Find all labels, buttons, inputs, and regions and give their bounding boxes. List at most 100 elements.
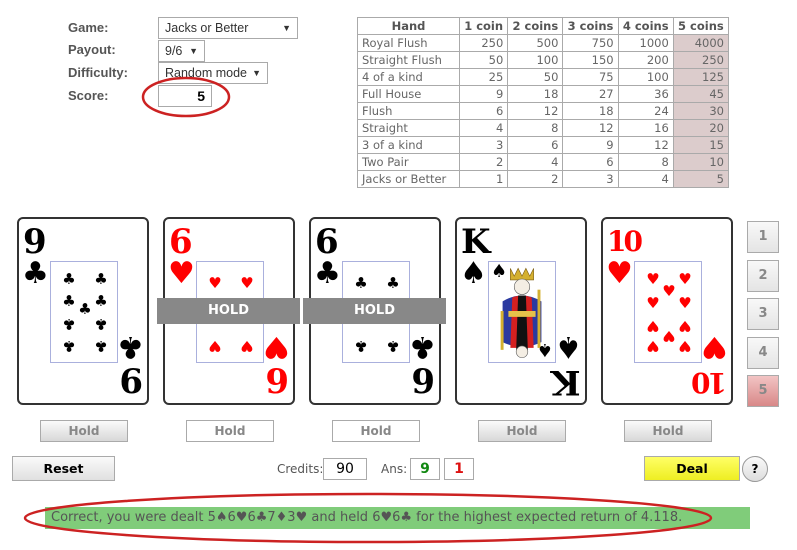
club-pip-icon: ♣: [354, 337, 368, 355]
heart-pip-icon: ♥: [208, 274, 222, 292]
hold-button-3[interactable]: Hold: [332, 420, 420, 442]
card-center-frame: ♥ ♥ ♥ ♥ ♥ ♥ ♥ ♥ ♥ ♥: [634, 261, 702, 363]
hold-button-4[interactable]: Hold: [478, 420, 566, 442]
payout-cell: 3: [562, 170, 619, 188]
payout-cell: 36: [617, 85, 674, 103]
payout-cell: 500: [507, 34, 564, 52]
payout-cell: 2: [507, 170, 564, 188]
pay-header-cell: 2 coins: [507, 17, 564, 35]
heart-pip-icon: ♥: [208, 337, 222, 355]
payout-cell: 1: [458, 170, 509, 188]
hand-select-button-2[interactable]: 2: [747, 259, 779, 292]
payout-cell: 8: [617, 153, 674, 171]
payout-cell: 10: [672, 153, 730, 171]
card-center-frame: ♣ ♣ ♣ ♣ ♣ ♣ ♣ ♣ ♣: [50, 261, 118, 363]
heart-pip-icon: ♥: [662, 282, 676, 300]
payout-cell: 4: [617, 170, 674, 188]
pay-table-row: Royal Flush 250 500 750 1000 4000: [357, 34, 730, 52]
payout-cell: 100: [617, 68, 674, 86]
club-pip-icon: ♣: [62, 270, 76, 288]
pay-table: Hand 1 coin 2 coins 3 coins 4 coins 5 co…: [357, 17, 730, 188]
payout-cell: 200: [617, 51, 674, 69]
pay-table-row: Straight 4 8 12 16 20: [357, 119, 730, 137]
game-select[interactable]: Jacks or Better ▼: [158, 17, 298, 39]
payout-cell: 45: [672, 85, 730, 103]
payout-cell: 6: [562, 153, 619, 171]
pay-table-row: Flush 6 12 18 24 30: [357, 102, 730, 120]
club-pip-icon: ♣: [94, 292, 108, 310]
payout-cell: 250: [458, 34, 509, 52]
payout-cell: 25: [458, 68, 509, 86]
payout-cell: 12: [617, 136, 674, 154]
heart-pip-icon: ♥: [678, 337, 692, 355]
card-suit-bottom-icon: ♣: [409, 329, 436, 364]
playing-card-5[interactable]: 10 ♥ ♥ ♥ ♥ ♥ ♥ ♥ ♥ ♥ ♥ ♥ ♥ 10: [601, 217, 733, 405]
reset-button[interactable]: Reset: [12, 456, 115, 481]
club-pip-icon: ♣: [62, 292, 76, 310]
card-suit-top-icon: ♣: [22, 256, 49, 291]
pay-header-cell: 4 coins: [617, 17, 674, 35]
payout-cell: 4: [458, 119, 509, 137]
payout-cell: 75: [562, 68, 619, 86]
club-pip-icon: ♣: [94, 270, 108, 288]
playing-card-4[interactable]: K ♠ ♠ ♠ ♠ K: [455, 217, 587, 405]
payout-cell: 3: [458, 136, 509, 154]
hand-select-button-5[interactable]: 5: [747, 375, 779, 407]
heart-pip-icon: ♥: [678, 294, 692, 312]
payout-cell: 27: [562, 85, 619, 103]
pay-table-row: Full House 9 18 27 36 45: [357, 85, 730, 103]
ans-label: Ans:: [381, 462, 408, 476]
heart-pip-icon: ♥: [240, 274, 254, 292]
hold-button-2[interactable]: Hold: [186, 420, 274, 442]
pay-header-cell: 5 coins: [672, 17, 730, 35]
hold-button-1[interactable]: Hold: [40, 420, 128, 442]
score-label: Score:: [68, 88, 109, 103]
card-rank-top: 6: [315, 222, 339, 262]
spade-icon: ♠: [491, 261, 508, 282]
heart-pip-icon: ♥: [646, 294, 660, 312]
pay-table-header: Hand 1 coin 2 coins 3 coins 4 coins 5 co…: [357, 17, 730, 35]
club-pip-icon: ♣: [386, 274, 400, 292]
payout-cell: 20: [672, 119, 730, 137]
pay-table-row: Two Pair 2 4 6 8 10: [357, 153, 730, 171]
card-rank-bottom: K: [551, 362, 581, 402]
payout-cell: 16: [617, 119, 674, 137]
hand-name-cell: 4 of a kind: [357, 68, 460, 86]
card-suit-top-icon: ♥: [606, 256, 633, 291]
payout-cell: 24: [617, 102, 674, 120]
club-pip-icon: ♣: [386, 337, 400, 355]
payout-cell: 50: [458, 51, 509, 69]
ans-correct-count: 9: [410, 458, 440, 480]
card-rank-bottom: 9: [265, 362, 289, 402]
spade-icon: ♠: [536, 339, 553, 360]
hold-overlay-card-3: HOLD: [303, 298, 446, 324]
credits-value: 90: [323, 458, 367, 480]
help-button[interactable]: ?: [742, 456, 768, 482]
payout-cell: 100: [507, 51, 564, 69]
payout-cell: 5: [672, 170, 730, 188]
payout-cell: 6: [507, 136, 564, 154]
hand-select-button-4[interactable]: 4: [747, 336, 779, 369]
hand-select-button-1[interactable]: 1: [747, 221, 779, 253]
payout-select-value: 9/6: [165, 44, 183, 58]
heart-pip-icon: ♥: [240, 337, 254, 355]
score-annotation-ellipse: [141, 76, 231, 118]
deal-button[interactable]: Deal: [644, 456, 740, 481]
payout-select[interactable]: 9/6 ▼: [158, 40, 205, 62]
pay-table-row: 4 of a kind 25 50 75 100 125: [357, 68, 730, 86]
payout-cell: 15: [672, 136, 730, 154]
heart-pip-icon: ♥: [678, 317, 692, 335]
playing-card-1[interactable]: 9 ♣ ♣ ♣ ♣ ♣ ♣ ♣ ♣ ♣ ♣ ♣ 6: [17, 217, 149, 405]
hold-button-5[interactable]: Hold: [624, 420, 712, 442]
payout-cell: 250: [672, 51, 730, 69]
club-pip-icon: ♣: [78, 300, 92, 318]
hand-name-cell: Flush: [357, 102, 460, 120]
payout-cell: 18: [507, 85, 564, 103]
club-pip-icon: ♣: [62, 315, 76, 333]
payout-label: Payout:: [68, 42, 116, 57]
hand-name-cell: Two Pair: [357, 153, 460, 171]
hand-select-button-3[interactable]: 3: [747, 298, 779, 330]
game-label: Game:: [68, 20, 109, 35]
card-suit-top-icon: ♣: [314, 256, 341, 291]
pay-table-row: Jacks or Better 1 2 3 4 5: [357, 170, 730, 188]
